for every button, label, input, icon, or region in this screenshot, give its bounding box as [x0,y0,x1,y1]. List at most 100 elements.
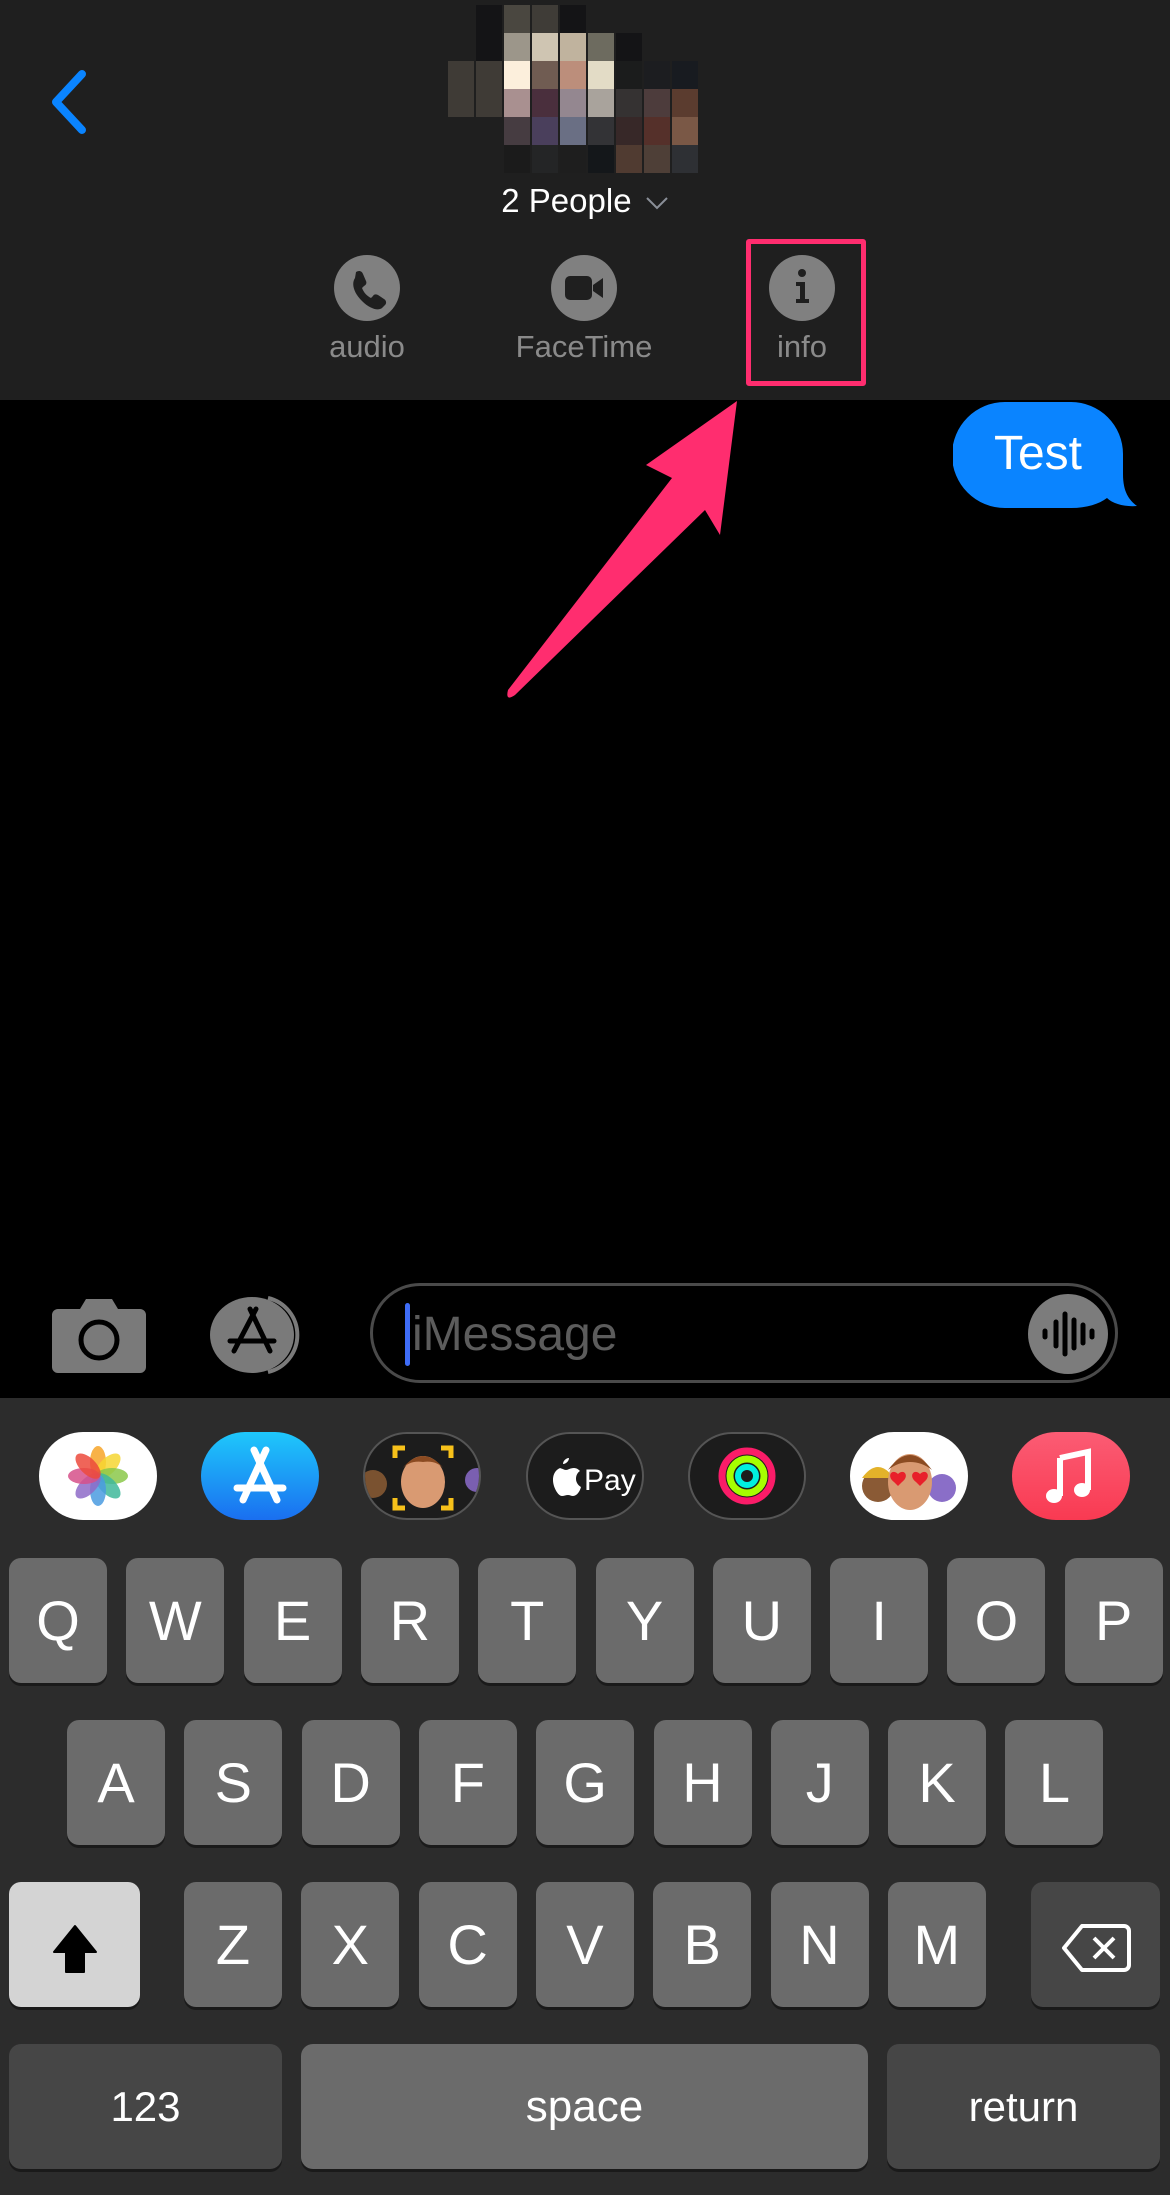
avatar-pixel [560,33,586,61]
avatar-pixel [560,117,586,145]
avatar-pixel [616,89,642,117]
key-k[interactable]: K [888,1720,987,1845]
avatar-pixel [504,89,530,117]
key-p[interactable]: P [1064,1558,1163,1683]
camera-button[interactable] [52,1297,146,1373]
key-v[interactable]: V [535,1882,634,2007]
key-r[interactable]: R [360,1558,459,1683]
chevron-left-icon [52,70,86,134]
app-drawer-app-store[interactable] [201,1432,319,1520]
avatar-pixel [644,61,670,89]
avatar-pixel [560,5,586,33]
key-t[interactable]: T [478,1558,577,1683]
app-drawer-photos[interactable] [39,1432,157,1520]
text-cursor [405,1303,410,1366]
key-l[interactable]: L [1005,1720,1104,1845]
waveform-icon [1042,1311,1095,1357]
avatar-pixel [476,33,502,61]
key-n[interactable]: N [770,1882,869,2007]
key-e[interactable]: E [243,1558,342,1683]
avatar-pixel [588,117,614,145]
key-b[interactable]: B [653,1882,752,2007]
avatar-pixel [532,145,558,173]
avatar-pixel [672,61,698,89]
avatar-pixel [588,61,614,89]
key-d[interactable]: D [301,1720,400,1845]
conversation-title: 2 People [501,182,632,219]
phone-icon [334,255,400,321]
app-drawer-memoji-stickers[interactable] [850,1432,968,1520]
key-q[interactable]: Q [9,1558,107,1683]
return-key[interactable]: return [887,2044,1160,2169]
memoji-stickers-icon [862,1454,956,1510]
avatar-pixel [588,145,614,173]
avatar-pixel [532,89,558,117]
group-avatar[interactable] [448,5,712,177]
avatar-pixel [476,5,502,33]
avatar-pixel [644,145,670,173]
avatar-pixel [672,89,698,117]
avatar-pixel [448,61,474,89]
back-button[interactable] [40,60,100,140]
key-s[interactable]: S [184,1720,283,1845]
facetime-button[interactable]: FaceTime [514,255,654,375]
shift-key[interactable] [9,1882,140,2007]
app-drawer-activity[interactable] [688,1432,806,1520]
photos-icon [68,1446,128,1506]
numbers-key[interactable]: 123 [9,2044,282,2169]
facetime-label: FaceTime [515,329,653,364]
avatar-pixel [532,61,558,89]
key-g[interactable]: G [536,1720,635,1845]
avatar-pixel [532,33,558,61]
key-m[interactable]: M [887,1882,986,2007]
avatar-pixel [560,89,586,117]
chevron-down-icon [646,197,668,210]
avatar-pixel [504,33,530,61]
audio-call-button[interactable]: audio [297,255,437,375]
key-u[interactable]: U [712,1558,811,1683]
key-a[interactable]: A [67,1720,165,1845]
key-j[interactable]: J [770,1720,869,1845]
key-z[interactable]: Z [184,1882,282,2007]
key-c[interactable]: C [418,1882,517,2007]
camera-icon [52,1299,146,1373]
app-drawer-apple-pay[interactable]: Pay [526,1432,644,1520]
shift-arrow-icon [52,1925,97,1974]
key-w[interactable]: W [126,1558,225,1683]
avatar-pixel [616,33,642,61]
music-note-icon [1046,1448,1091,1503]
avatar-pixel [532,117,558,145]
audio-message-button[interactable] [1028,1294,1108,1374]
activity-rings-icon [718,1447,776,1505]
avatar-pixel [588,33,614,61]
key-o[interactable]: O [947,1558,1046,1683]
key-y[interactable]: Y [595,1558,694,1683]
avatar-pixel [532,5,558,33]
avatar-pixel [504,117,530,145]
delete-backspace-icon [1061,1923,1131,1972]
apple-pay-label: Pay [584,1464,636,1497]
conversation-title-button[interactable]: 2 People [0,182,1170,220]
memoji-icon [365,1445,479,1511]
avatar-pixel [476,89,502,117]
app-drawer-memoji[interactable] [363,1432,481,1520]
avatar-pixel [588,89,614,117]
avatar-pixel [616,145,642,173]
avatar-pixel [672,117,698,145]
apps-button[interactable] [208,1295,318,1375]
avatar-pixel [616,61,642,89]
app-drawer-music[interactable] [1012,1432,1130,1520]
avatar-pixel [476,61,502,89]
avatar-pixel [672,145,698,173]
delete-key[interactable] [1031,1882,1160,2007]
audio-call-label: audio [329,329,405,364]
message-text[interactable]: Test [953,402,1123,506]
app-store-icon [210,1296,300,1374]
key-h[interactable]: H [653,1720,752,1845]
key-x[interactable]: X [301,1882,400,2007]
avatar-pixel [560,145,586,173]
key-f[interactable]: F [418,1720,517,1845]
key-i[interactable]: I [830,1558,929,1683]
space-key[interactable]: space [301,2044,868,2169]
avatar-pixel [504,5,530,33]
